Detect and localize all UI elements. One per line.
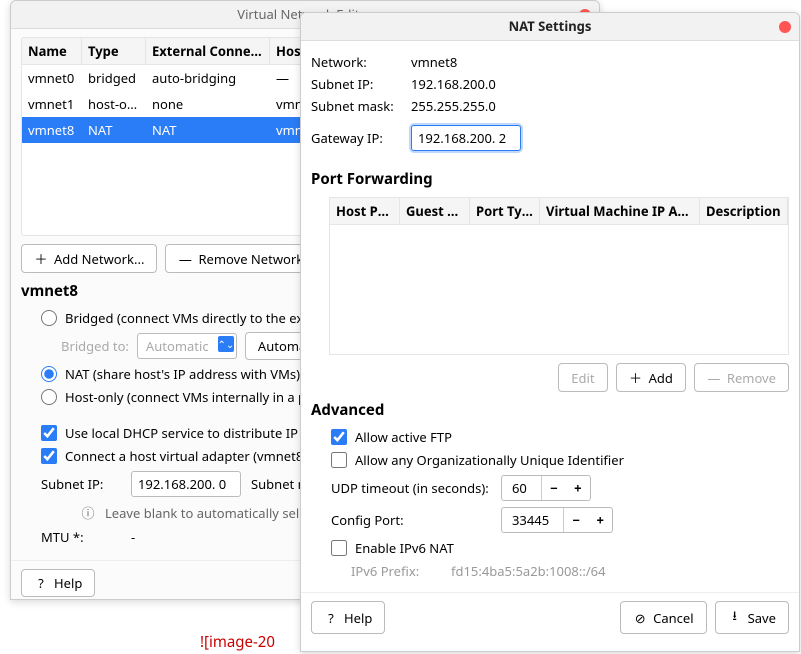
cancel-icon: ⊘ xyxy=(633,609,647,627)
port-forwarding-table: Host Port Guest Port Port Type Virtual M… xyxy=(329,197,789,355)
subnetip-value: 192.168.200.0 xyxy=(411,75,496,93)
subnetip-label: Subnet IP: xyxy=(311,75,401,93)
port-forwarding-title: Port Forwarding xyxy=(311,169,789,189)
plus-icon[interactable]: + xyxy=(566,476,590,500)
col-vm-ip[interactable]: Virtual Machine IP Address xyxy=(540,198,700,224)
remove-button[interactable]: —Remove xyxy=(694,363,789,392)
stray-text: ![image-20 xyxy=(200,632,275,652)
subnet-ip-label: Subnet IP: xyxy=(41,475,121,493)
col-host-port[interactable]: Host Port xyxy=(330,198,400,224)
allow-oui-row[interactable]: Allow any Organizationally Unique Identi… xyxy=(331,451,789,469)
network-label: Network: xyxy=(311,53,401,71)
download-icon: ⭳ xyxy=(728,606,742,629)
add-button[interactable]: ＋Add xyxy=(616,363,686,392)
help-button[interactable]: ?Help xyxy=(311,601,385,634)
question-icon: ? xyxy=(324,609,338,627)
minus-icon: — xyxy=(707,369,721,387)
dhcp-checkbox[interactable] xyxy=(41,425,57,441)
cancel-button[interactable]: ⊘Cancel xyxy=(620,601,706,634)
udp-timeout-label: UDP timeout (in seconds): xyxy=(331,479,491,497)
minus-icon: — xyxy=(178,250,192,268)
allow-ftp-checkbox[interactable] xyxy=(331,429,347,445)
info-icon: ⓘ xyxy=(81,503,95,522)
col-type[interactable]: Type xyxy=(82,38,146,64)
subnet-ip-input[interactable]: 192.168.200. 0 xyxy=(131,471,241,497)
col-ext[interactable]: External Connection xyxy=(146,38,270,64)
help-button[interactable]: ?Help xyxy=(21,569,95,597)
minus-icon[interactable]: − xyxy=(542,476,566,500)
ipv6-nat-row[interactable]: Enable IPv6 NAT xyxy=(331,539,789,557)
gateway-label: Gateway IP: xyxy=(311,129,401,147)
nat-radio[interactable] xyxy=(41,366,57,382)
ipv6-prefix-label: IPv6 Prefix: xyxy=(351,562,441,580)
adapter-checkbox[interactable] xyxy=(41,448,57,464)
network-value: vmnet8 xyxy=(411,53,457,71)
plus-icon[interactable]: + xyxy=(588,508,612,532)
add-network-button[interactable]: ＋Add Network... xyxy=(21,244,157,273)
chevron-up-down-icon: ⌃⌄ xyxy=(218,336,234,352)
config-port-label: Config Port: xyxy=(331,511,491,529)
col-guest-port[interactable]: Guest Port xyxy=(400,198,470,224)
minus-icon[interactable]: − xyxy=(564,508,588,532)
udp-timeout-stepper[interactable]: 60 − + xyxy=(501,475,591,501)
advanced-title: Advanced xyxy=(311,400,789,420)
allow-oui-checkbox[interactable] xyxy=(331,452,347,468)
edit-button[interactable]: Edit xyxy=(558,363,607,392)
col-port-type[interactable]: Port Type xyxy=(470,198,540,224)
bridged-to-select[interactable]: Automatic⌃⌄ xyxy=(137,333,237,359)
save-button[interactable]: ⭳Save xyxy=(715,601,789,634)
bridged-radio[interactable] xyxy=(41,310,57,326)
config-port-stepper[interactable]: 33445 − + xyxy=(501,507,613,533)
plus-icon: ＋ xyxy=(34,249,48,268)
mtu-value[interactable]: - xyxy=(131,528,135,546)
col-name[interactable]: Name xyxy=(22,38,82,64)
col-description[interactable]: Description xyxy=(700,198,788,224)
question-icon: ? xyxy=(34,574,48,592)
ipv6-prefix-value: fd15:4ba5:5a2b:1008::/64 xyxy=(451,562,606,580)
hostonly-radio[interactable] xyxy=(41,389,57,405)
mask-value: 255.255.255.0 xyxy=(411,97,496,115)
allow-ftp-row[interactable]: Allow active FTP xyxy=(331,428,789,446)
close-icon[interactable] xyxy=(779,21,791,33)
nat-titlebar: NAT Settings xyxy=(301,13,799,41)
remove-network-button[interactable]: —Remove Network xyxy=(165,244,316,273)
gateway-ip-input[interactable]: 192.168.200. 2 xyxy=(411,125,521,151)
bridged-to-label: Bridged to: xyxy=(61,337,129,355)
ipv6-nat-checkbox[interactable] xyxy=(331,540,347,556)
nat-settings-window: NAT Settings Network: vmnet8 Subnet IP: 19… xyxy=(300,12,800,652)
plus-icon: ＋ xyxy=(629,368,643,387)
mtu-label: MTU *: xyxy=(41,528,121,546)
mask-label: Subnet mask: xyxy=(311,97,401,115)
nat-title: NAT Settings xyxy=(509,17,592,35)
